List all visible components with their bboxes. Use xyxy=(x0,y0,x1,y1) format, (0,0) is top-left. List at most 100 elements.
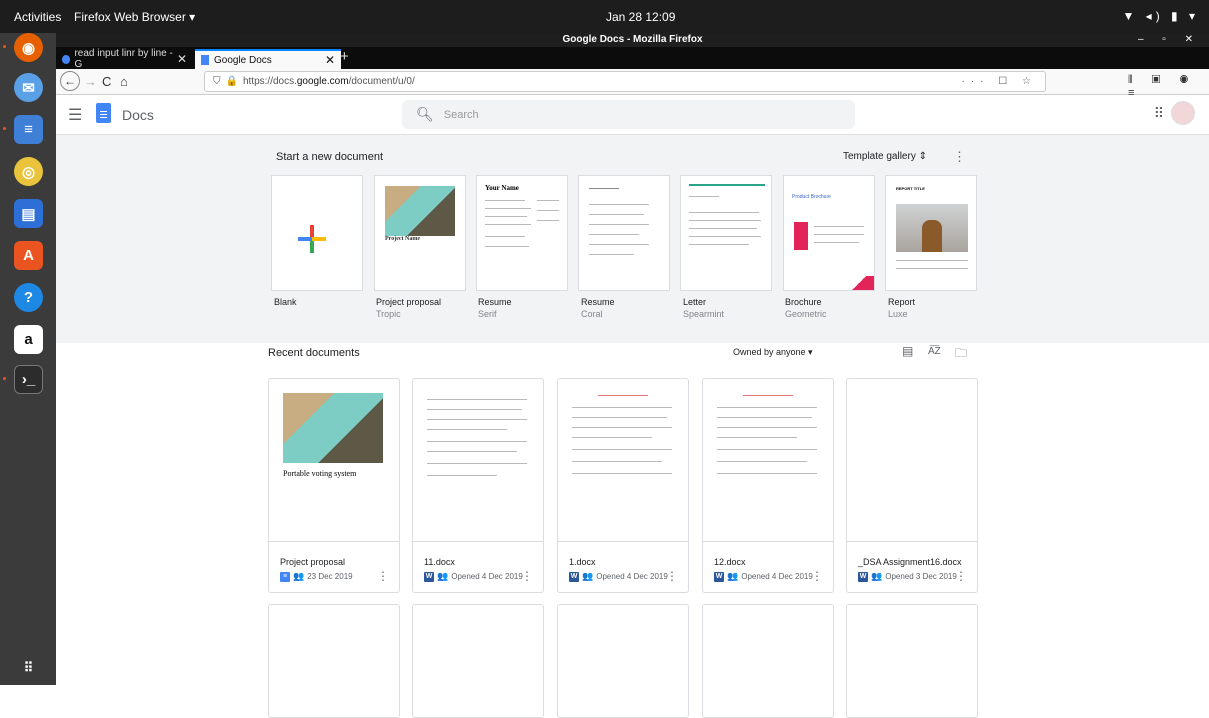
more-options-icon[interactable]: ⋮ xyxy=(377,569,389,583)
template-subname: Tropic xyxy=(376,309,401,319)
doc-card-project-proposal[interactable]: Portable voting system Project proposal … xyxy=(268,378,400,593)
app-menu[interactable]: Firefox Web Browser ▾ xyxy=(74,10,195,24)
doc-meta: ≡ 👥 23 Dec 2019 xyxy=(280,571,353,582)
template-project-proposal[interactable]: Project Name xyxy=(374,175,466,291)
word-icon: W xyxy=(424,571,434,582)
docs-icon xyxy=(201,55,209,65)
template-name: Brochure xyxy=(785,297,822,307)
url-path: /document/u/0/ xyxy=(348,76,415,87)
avatar[interactable] xyxy=(1171,101,1195,125)
doc-card[interactable] xyxy=(268,604,400,718)
template-letter[interactable] xyxy=(680,175,772,291)
more-options-icon[interactable]: ⋮ xyxy=(953,149,966,165)
google-apps-icon[interactable]: ⠿ xyxy=(1154,105,1164,122)
thumbnail-title: Portable voting system xyxy=(283,469,357,478)
forward-button[interactable]: → xyxy=(84,74,97,89)
close-tab-icon[interactable]: ✕ xyxy=(325,53,335,67)
doc-card-dsa-assignment16[interactable]: _DSA Assignment16.docx W 👥 Opened 3 Dec 20… xyxy=(846,378,978,593)
template-name: Resume xyxy=(478,297,512,307)
list-view-icon[interactable]: ▤ xyxy=(902,344,913,358)
search-box[interactable]: 🔍︎ Search xyxy=(402,100,855,129)
activities-button[interactable]: Activities xyxy=(14,10,61,24)
template-name: Blank xyxy=(274,297,297,307)
window-controls[interactable]: – ▫ ✕ xyxy=(1138,33,1201,47)
thunderbird-icon[interactable]: ✉ xyxy=(14,73,43,102)
template-title: Project Name xyxy=(385,236,421,242)
amazon-icon[interactable]: a xyxy=(14,325,43,354)
doc-thumbnail xyxy=(703,379,833,542)
word-icon: W xyxy=(569,571,579,582)
template-blank[interactable] xyxy=(271,175,363,291)
doc-card-11-docx[interactable]: 11.docx W 👥 Opened 4 Dec 2019 ⋮ xyxy=(412,378,544,593)
docs-logo-icon[interactable] xyxy=(96,103,111,123)
template-title: REPORT TITLE xyxy=(896,186,925,191)
doc-card[interactable] xyxy=(412,604,544,718)
shared-icon: 👥 xyxy=(582,571,594,581)
reload-button[interactable]: C xyxy=(102,74,111,89)
navigation-bar: ← → C ⌂ ⛉ 🔒 https://docs. google.com/docu… xyxy=(56,69,1209,99)
shared-icon: 👥 xyxy=(293,571,305,581)
url-bar[interactable]: ⛉ 🔒 https://docs. google.com/document/u/0… xyxy=(204,71,1046,92)
docs-icon: ≡ xyxy=(280,571,290,582)
doc-meta: W 👥 Opened 4 Dec 2019 xyxy=(569,571,668,582)
tab-label: read input linr by line - G xyxy=(74,48,173,70)
owner-filter-dropdown[interactable]: Owned by anyone ▾ xyxy=(733,347,813,358)
clock[interactable]: Jan 28 12:09 xyxy=(606,10,675,24)
system-menu[interactable]: ▼ ◂) ▮ ▾ xyxy=(1122,9,1199,23)
doc-meta: W 👥 Opened 4 Dec 2019 xyxy=(424,571,523,582)
doc-name: 11.docx xyxy=(424,557,455,567)
doc-card[interactable] xyxy=(846,604,978,718)
tab-google-docs[interactable]: Google Docs ✕ xyxy=(195,49,341,69)
more-options-icon[interactable]: ⋮ xyxy=(955,569,967,583)
firefox-icon[interactable]: ◉ xyxy=(14,33,43,62)
back-button[interactable]: ← xyxy=(60,71,80,91)
home-button[interactable]: ⌂ xyxy=(120,74,128,89)
doc-thumbnail xyxy=(413,379,543,542)
text-editor-icon[interactable]: ≡ xyxy=(14,115,43,144)
doc-card-12-docx[interactable]: 12.docx W 👥 Opened 4 Dec 2019 ⋮ xyxy=(702,378,834,593)
doc-meta: W 👥 Opened 4 Dec 2019 xyxy=(714,571,813,582)
more-options-icon[interactable]: ⋮ xyxy=(521,569,533,583)
shared-icon: 👥 xyxy=(727,571,739,581)
page-actions[interactable]: ··· ☐ ☆ xyxy=(962,76,1037,87)
doc-card[interactable] xyxy=(702,604,834,718)
template-resume-coral[interactable] xyxy=(578,175,670,291)
search-icon[interactable]: 🔍︎ xyxy=(416,106,434,123)
firefox-window: Google Docs - Mozilla Firefox – ▫ ✕ read… xyxy=(56,33,1209,718)
rhythmbox-icon[interactable]: ◎ xyxy=(14,157,43,186)
main-menu-icon[interactable]: ☰ xyxy=(68,105,82,125)
template-subname: Spearmint xyxy=(683,309,725,319)
close-tab-icon[interactable]: ✕ xyxy=(177,52,187,66)
tab-label: Google Docs xyxy=(214,54,272,66)
more-options-icon[interactable]: ⋮ xyxy=(666,569,678,583)
word-icon: W xyxy=(858,571,868,582)
template-subname: Geometric xyxy=(785,309,827,319)
template-resume-serif[interactable]: Your Name xyxy=(476,175,568,291)
template-section: Start a new document Template gallery ⇕ … xyxy=(56,135,1209,343)
word-icon: W xyxy=(714,571,724,582)
new-tab-button[interactable]: + xyxy=(340,48,349,65)
url-domain: google.com xyxy=(296,76,349,87)
template-subname: Coral xyxy=(581,309,603,319)
docs-title[interactable]: Docs xyxy=(122,107,154,123)
software-center-icon[interactable]: A xyxy=(14,241,43,270)
template-name: Resume xyxy=(581,297,615,307)
tab-read-input[interactable]: read input linr by line - G ✕ xyxy=(56,48,193,70)
show-apps-icon[interactable]: ⠿ xyxy=(14,653,43,682)
window-titlebar: Google Docs - Mozilla Firefox – ▫ ✕ xyxy=(56,33,1209,47)
folder-icon[interactable]: 🗀 xyxy=(955,344,967,365)
running-indicator xyxy=(3,127,6,130)
terminal-icon[interactable]: ›_ xyxy=(14,365,43,394)
shared-icon: 👥 xyxy=(871,571,883,581)
doc-card[interactable] xyxy=(557,604,689,718)
template-report[interactable]: REPORT TITLE xyxy=(885,175,977,291)
sort-az-icon[interactable]: A͞Z xyxy=(928,346,941,357)
template-subname: Serif xyxy=(478,309,497,319)
doc-card-1-docx[interactable]: 1.docx W 👥 Opened 4 Dec 2019 ⋮ xyxy=(557,378,689,593)
writer-icon[interactable]: ▤ xyxy=(14,199,43,228)
help-icon[interactable]: ? xyxy=(14,283,43,312)
more-options-icon[interactable]: ⋮ xyxy=(811,569,823,583)
template-brochure[interactable]: Product Brochure xyxy=(783,175,875,291)
running-indicator xyxy=(3,377,6,380)
template-gallery-button[interactable]: Template gallery ⇕ xyxy=(843,151,927,162)
